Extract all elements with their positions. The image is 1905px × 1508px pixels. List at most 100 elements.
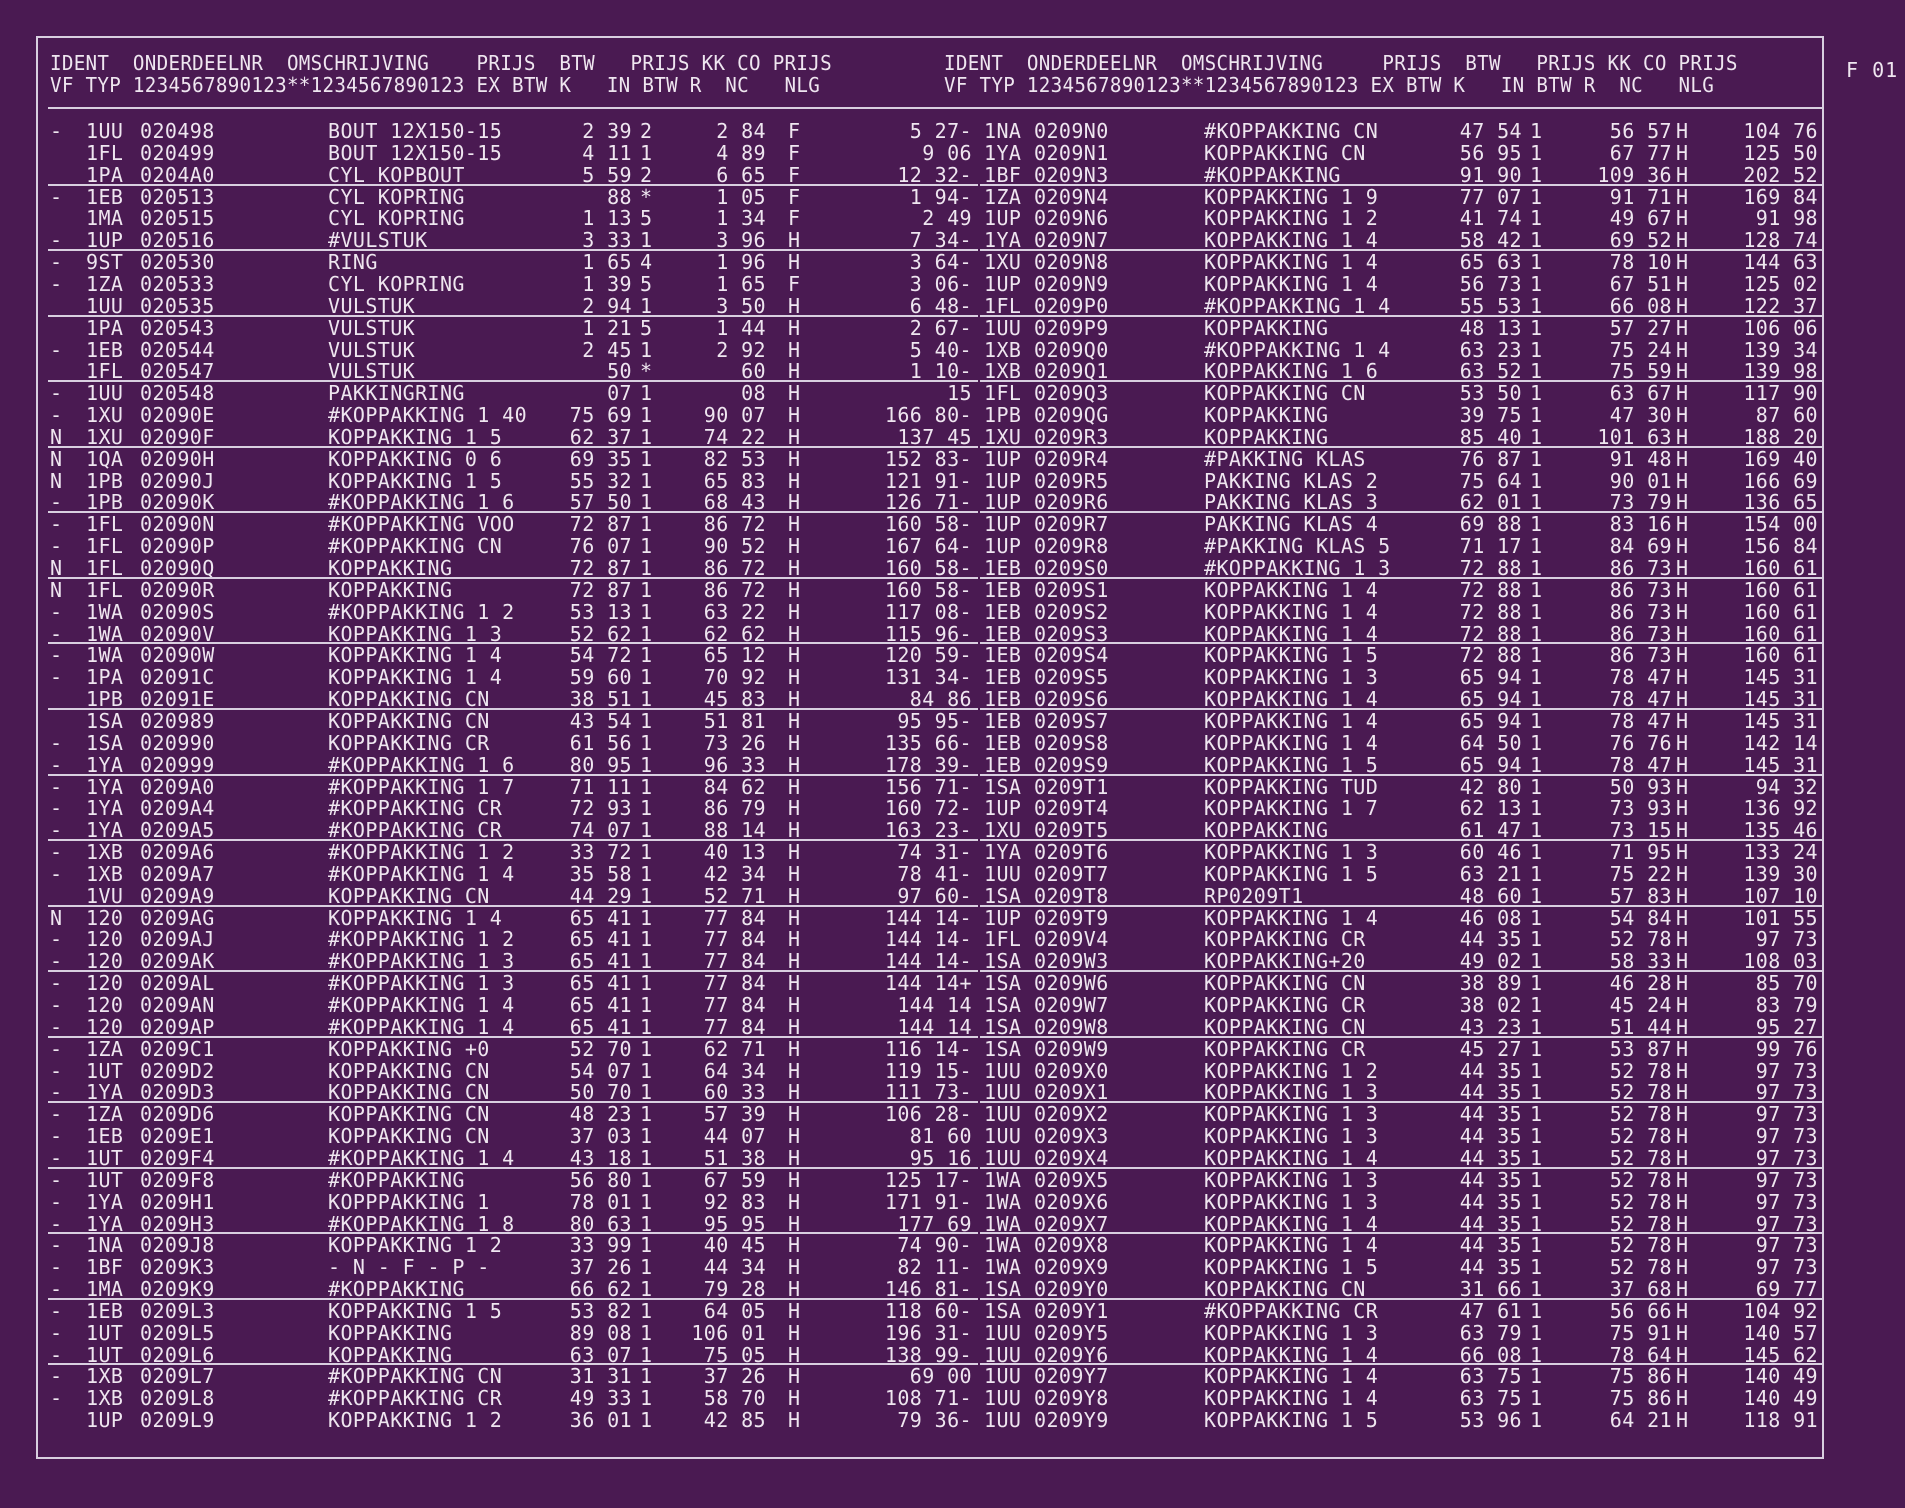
left-type: 1EB bbox=[86, 1124, 124, 1149]
right-description: KOPPAKKING 1 4 bbox=[1204, 577, 1379, 602]
left-type: 1YA bbox=[86, 818, 124, 843]
left-price-nlg: 167 64- bbox=[884, 534, 972, 559]
left-description: VULSTUK bbox=[328, 359, 416, 384]
right-description: KOPPAKKING 1 4 bbox=[1204, 905, 1379, 930]
left-price-in-btw: 74 22 bbox=[703, 424, 766, 449]
left-type: 1PA bbox=[86, 315, 124, 340]
left-price-in-btw: 86 72 bbox=[703, 512, 766, 537]
left-description: KOPPAKKING 0 6 bbox=[328, 446, 503, 471]
left-price-ex-btw: 72 87 bbox=[569, 512, 632, 537]
left-type: 1EB bbox=[86, 337, 124, 362]
right-part-number: 0209W8 bbox=[1034, 1014, 1109, 1039]
right-price-nlg: 160 61 bbox=[1743, 643, 1818, 668]
right-description: KOPPAKKING CR bbox=[1204, 1036, 1366, 1061]
right-type: 1UU bbox=[984, 1058, 1022, 1083]
left-price-nlg: 5 27- bbox=[909, 119, 972, 143]
right-price-nlg: 160 61 bbox=[1743, 577, 1818, 602]
left-part-number: 02091E bbox=[140, 687, 215, 712]
right-kk-code: H bbox=[1676, 1386, 1689, 1411]
left-part-number: 0209K9 bbox=[140, 1277, 215, 1302]
table-row: -120 0209AP #KOPPAKKING 1 4 65 41 1 77 84 H 144… bbox=[0, 1016, 1905, 1038]
right-price-ex-btw: 58 42 bbox=[1459, 228, 1522, 253]
left-description: KOPPAKKING 1 5 bbox=[328, 468, 503, 493]
left-price-in-btw: 92 83 bbox=[703, 1189, 766, 1214]
table-row: -1UT 0209F8 #KOPPAKKING 56 80 1 67 59 H 125 17-… bbox=[0, 1169, 1905, 1191]
left-price-nlg: 1 94- bbox=[909, 184, 972, 209]
left-btw-code: 1 bbox=[640, 556, 653, 580]
right-price-nlg: 104 92 bbox=[1743, 1298, 1818, 1323]
left-part-number: 0209AG bbox=[140, 905, 215, 930]
left-price-ex-btw: 74 07 bbox=[569, 818, 632, 843]
left-description: KOPPAKKING 1 4 bbox=[328, 665, 503, 690]
right-part-number: 0209Q3 bbox=[1034, 381, 1109, 406]
left-btw-code: 1 bbox=[640, 577, 653, 602]
right-type: 1EB bbox=[984, 752, 1022, 777]
right-price-nlg: 118 91 bbox=[1743, 1408, 1818, 1433]
right-group-rule bbox=[980, 1101, 1824, 1104]
right-type: 1XU bbox=[984, 250, 1022, 275]
left-part-number: 0209E1 bbox=[140, 1124, 215, 1149]
right-price-ex-btw: 65 94 bbox=[1459, 708, 1522, 733]
left-kk-code: H bbox=[788, 424, 801, 449]
right-price-nlg: 154 00 bbox=[1743, 512, 1818, 537]
left-kk-code: H bbox=[788, 993, 801, 1017]
right-type: 1UU bbox=[984, 861, 1022, 886]
left-part-number: 02090K bbox=[140, 490, 215, 515]
left-kk-code: H bbox=[788, 1211, 801, 1236]
left-price-ex-btw: 59 60 bbox=[569, 665, 632, 690]
table-row: -1YA 0209H1 KOPPPAKKING 1 78 01 1 92 83 H 171 9… bbox=[0, 1191, 1905, 1213]
left-price-in-btw: 70 92 bbox=[703, 665, 766, 690]
right-kk-code: H bbox=[1676, 140, 1689, 165]
left-btw-code: * bbox=[640, 184, 653, 209]
right-price-in-btw: 75 59 bbox=[1609, 359, 1672, 384]
right-description: KOPPAKKING 1 6 bbox=[1204, 359, 1379, 384]
left-group-rule bbox=[48, 1363, 978, 1366]
right-part-number: 0209X7 bbox=[1034, 1211, 1109, 1236]
right-group-rule bbox=[980, 970, 1824, 973]
left-kk-code: F bbox=[788, 119, 801, 143]
right-type: 1SA bbox=[984, 883, 1022, 908]
left-part-number: 0209AL bbox=[140, 971, 215, 996]
left-part-number: 0209K3 bbox=[140, 1255, 215, 1280]
left-kk-code: F bbox=[788, 206, 801, 231]
table-row: -1XB 0209A6 #KOPPAKKING 1 2 33 72 1 40 13 H 74 … bbox=[0, 841, 1905, 863]
left-part-number: 02091C bbox=[140, 665, 215, 690]
left-part-number: 0209AP bbox=[140, 1014, 215, 1039]
left-group-rule bbox=[48, 1232, 978, 1235]
left-kk-code: F bbox=[788, 162, 801, 187]
left-kk-code: H bbox=[788, 905, 801, 930]
left-price-in-btw: 40 45 bbox=[703, 1233, 766, 1258]
right-price-nlg: 117 90 bbox=[1743, 381, 1818, 406]
right-price-in-btw: 63 67 bbox=[1609, 381, 1672, 406]
right-type: 1SA bbox=[984, 971, 1022, 996]
left-kk-code: H bbox=[788, 1320, 801, 1345]
table-row: -1ZA 0209D6 KOPPAKKING CN 48 23 1 57 39 H 106 2… bbox=[0, 1103, 1905, 1125]
right-part-number: 0209T9 bbox=[1034, 905, 1109, 930]
right-price-ex-btw: 65 94 bbox=[1459, 687, 1522, 712]
right-price-nlg: 133 24 bbox=[1743, 840, 1818, 865]
left-price-nlg: 163 23- bbox=[884, 818, 972, 843]
right-kk-code: H bbox=[1676, 599, 1689, 624]
right-description: KOPPAKKING bbox=[1204, 818, 1329, 843]
left-btw-code: 1 bbox=[640, 840, 653, 865]
left-price-ex-btw: 43 18 bbox=[569, 1145, 632, 1170]
right-type: 1EB bbox=[984, 621, 1022, 646]
left-btw-code: 1 bbox=[640, 1342, 653, 1367]
right-price-nlg: 188 20 bbox=[1743, 424, 1818, 449]
left-btw-code: 1 bbox=[640, 337, 653, 362]
left-price-ex-btw: 54 72 bbox=[569, 643, 632, 668]
right-part-number: 0209W3 bbox=[1034, 949, 1109, 974]
right-description: #KOPPAKKING 1 4 bbox=[1204, 337, 1391, 362]
right-description: KOPPAKKING CN bbox=[1204, 1014, 1366, 1039]
right-description: KOPPAKKING 1 5 bbox=[1204, 1255, 1379, 1280]
left-group-rule bbox=[48, 707, 978, 710]
left-kk-code: H bbox=[788, 1298, 801, 1323]
left-price-in-btw: 106 01 bbox=[691, 1320, 766, 1345]
left-vf: - bbox=[50, 1211, 63, 1236]
table-row: -1YA 0209H3 #KOPPAKKING 1 8 80 63 1 95 95 H 177… bbox=[0, 1213, 1905, 1235]
right-kk-code: H bbox=[1676, 1189, 1689, 1214]
right-price-ex-btw: 44 35 bbox=[1459, 1102, 1522, 1127]
right-kk-code: H bbox=[1676, 1167, 1689, 1192]
left-description: VULSTUK bbox=[328, 337, 416, 362]
right-kk-code: H bbox=[1676, 381, 1689, 406]
